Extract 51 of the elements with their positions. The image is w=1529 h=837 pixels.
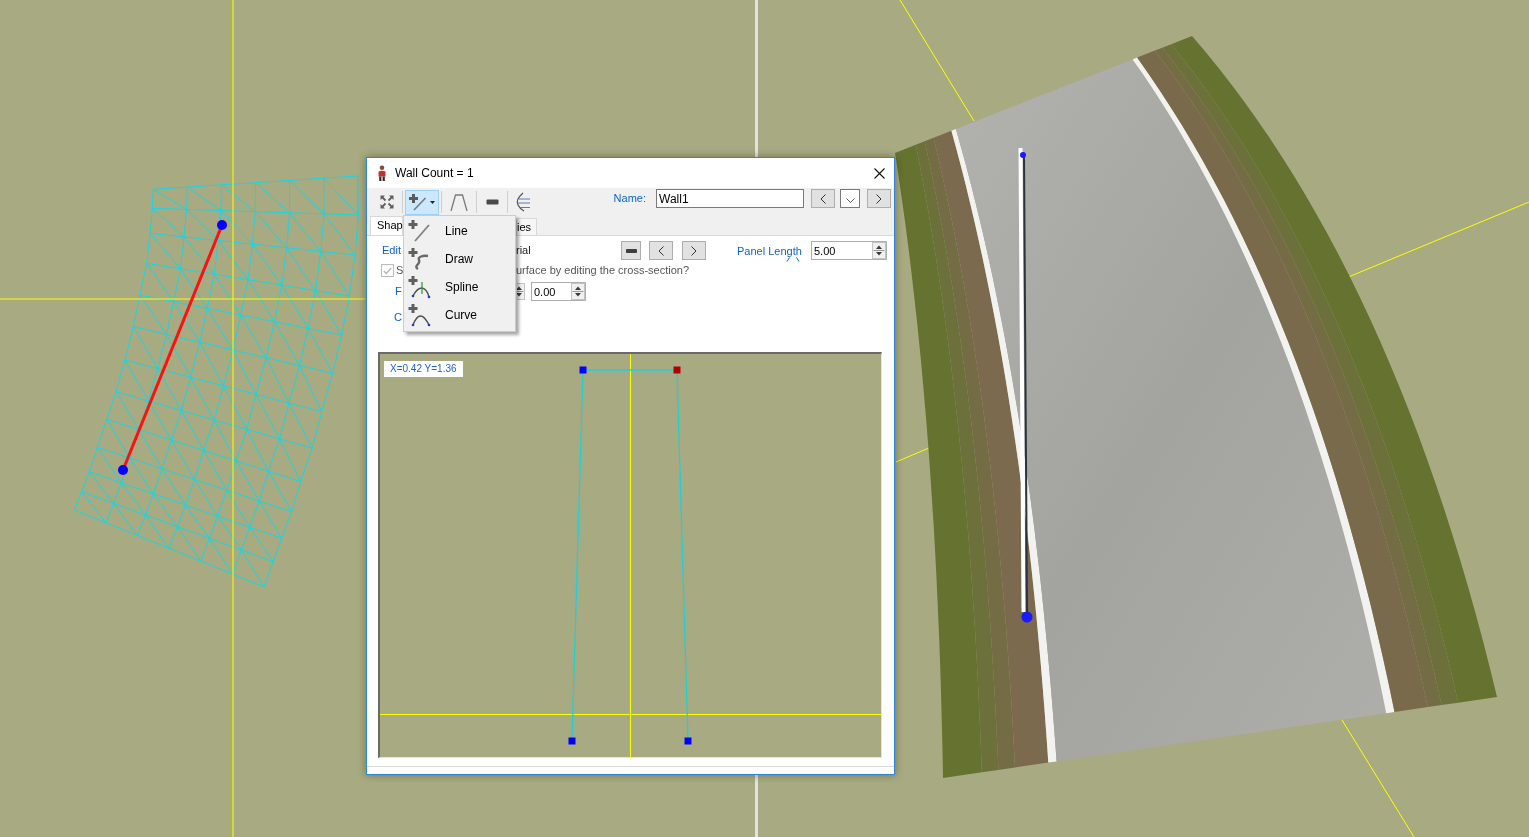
dropdown-button[interactable]: [840, 189, 860, 208]
coordinate-readout: X=0.42 Y=1.36: [384, 361, 463, 377]
remove-button[interactable]: [621, 241, 641, 260]
caret-icon: [430, 200, 435, 204]
control-point[interactable]: [217, 220, 227, 230]
chevron-right-icon: [876, 193, 882, 204]
tab[interactable]: Shap: [370, 216, 403, 235]
menu-item[interactable]: Curve: [404, 301, 515, 329]
edit-link[interactable]: Edit: [382, 242, 401, 259]
plus-line-icon: [409, 193, 427, 211]
next-button[interactable]: [682, 241, 706, 260]
spin-arrows-icon[interactable]: [871, 241, 887, 260]
menu-item[interactable]: Draw: [404, 245, 515, 273]
option-label: urface by editing the cross-section?: [516, 263, 690, 279]
name-label: Name:: [613, 191, 646, 207]
expand-arrows-icon: [380, 195, 394, 209]
next-button[interactable]: [867, 189, 891, 208]
option-label: S: [396, 263, 404, 279]
chevron-right-icon: [691, 245, 697, 256]
tool-button[interactable]: [405, 189, 439, 215]
panel-length-label: Panel Length: [737, 244, 802, 257]
name-field[interactable]: Wall1: [656, 189, 804, 208]
previous-button[interactable]: [649, 241, 673, 260]
plus-spline-icon: [408, 275, 432, 299]
plus-line-icon: [408, 219, 432, 243]
window-title: Wall Count = 1: [395, 165, 474, 182]
menu-item[interactable]: Line: [404, 217, 515, 245]
chevron-left-icon: [820, 193, 826, 204]
material-label: rial: [516, 243, 531, 259]
previous-button[interactable]: [811, 189, 835, 208]
link[interactable]: C: [394, 310, 402, 324]
menu-item[interactable]: Spline: [404, 273, 515, 301]
number-field[interactable]: 5.00: [811, 241, 871, 260]
person-figure-icon: [377, 165, 387, 181]
trapezoid-outline-icon: [449, 192, 469, 212]
control-point[interactable]: [1020, 152, 1026, 158]
chevron-left-icon: [658, 245, 664, 256]
caret-mark-icon: [786, 257, 800, 262]
control-point[interactable]: [1021, 611, 1033, 623]
spin-arrows-icon[interactable]: [570, 282, 586, 301]
control-point[interactable]: [118, 465, 128, 475]
chevron-down-icon: [845, 197, 855, 203]
curve-lines-icon: [514, 192, 532, 212]
close-icon: [873, 167, 885, 179]
number-field[interactable]: 0.00: [531, 282, 570, 301]
spin-arrows-icon[interactable]: [517, 283, 525, 300]
link[interactable]: F: [395, 283, 402, 300]
plus-arc-icon: [408, 303, 432, 327]
tab[interactable]: ies: [516, 218, 537, 235]
minus-icon: [485, 199, 499, 205]
minus-icon: [625, 248, 637, 253]
